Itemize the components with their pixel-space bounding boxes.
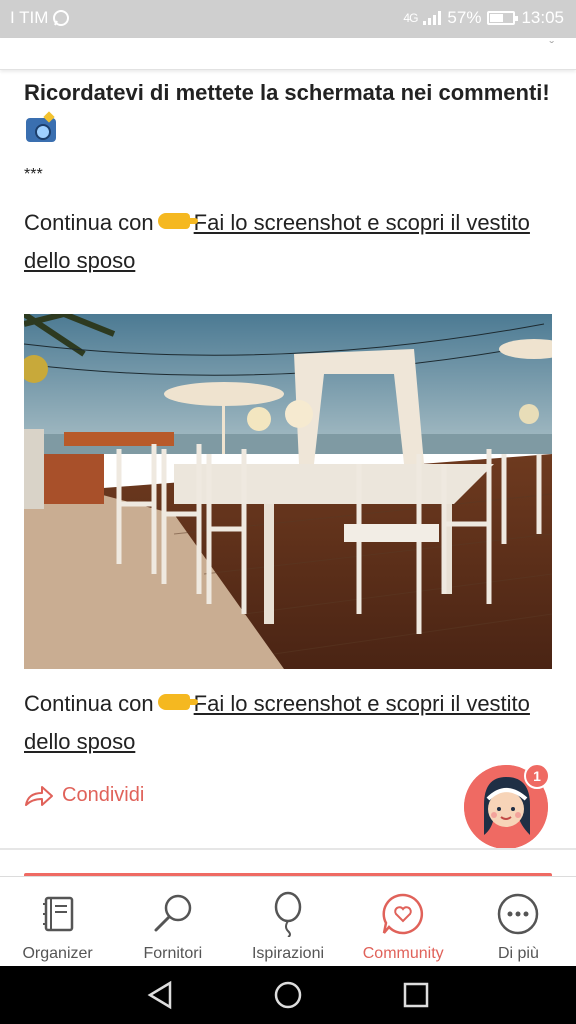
share-label: Condividi bbox=[62, 784, 145, 806]
nav-fornitori[interactable]: Fornitori bbox=[115, 877, 230, 966]
back-icon bbox=[147, 980, 172, 1010]
wedding-photo[interactable] bbox=[24, 314, 552, 669]
nav-label: Organizer bbox=[22, 945, 93, 962]
pointing-hand-icon bbox=[157, 213, 198, 229]
nav-label: Fornitori bbox=[143, 945, 203, 962]
post-paragraph: Ricordatevi di mettete la schermata nei … bbox=[24, 74, 552, 150]
recent-apps-icon bbox=[403, 982, 429, 1008]
nav-ispirazioni[interactable]: Ispirazioni bbox=[230, 877, 345, 966]
heart-chat-icon bbox=[382, 893, 424, 935]
status-bar: I TIM 4G 57% 13:05 bbox=[0, 0, 576, 38]
system-nav-icons bbox=[147, 980, 429, 1010]
continue-prefix-2: Continua con bbox=[24, 691, 154, 716]
continue-prefix: Continua con bbox=[24, 210, 154, 235]
chevron-up-icon: ˇ bbox=[549, 38, 554, 54]
notification-badge: 1 bbox=[524, 763, 550, 789]
signal-icon bbox=[423, 11, 442, 25]
search-icon bbox=[154, 894, 192, 932]
share-icon bbox=[25, 785, 53, 806]
organizer-icon bbox=[42, 896, 73, 932]
carrier-name: I TIM bbox=[10, 8, 49, 27]
post-body: Ricordatevi di mettete la schermata nei … bbox=[24, 70, 552, 280]
bottom-nav: Organizer Fornitori Ispirazioni Communit… bbox=[0, 876, 576, 966]
nav-label: Di più bbox=[497, 945, 539, 962]
nav-label: Ispirazioni bbox=[251, 945, 325, 962]
nav-community[interactable]: Community bbox=[346, 877, 461, 966]
whatsapp-icon bbox=[53, 10, 70, 26]
network-type: 4G bbox=[403, 11, 418, 25]
previous-card-edge: ˇ bbox=[0, 38, 576, 70]
status-left: I TIM bbox=[10, 8, 70, 28]
continue-paragraph-2: Continua con Fai lo screenshot e scopri i… bbox=[24, 685, 552, 761]
camera-emoji-icon bbox=[26, 118, 56, 142]
home-icon bbox=[274, 981, 302, 1009]
system-nav-bar bbox=[0, 966, 576, 1024]
clock: 13:05 bbox=[521, 8, 564, 27]
paragraph-text: Ricordatevi di mettete la schermata nei … bbox=[24, 80, 550, 105]
nav-label: Community bbox=[362, 945, 444, 962]
nav-organizer[interactable]: Organizer bbox=[0, 877, 115, 966]
battery-icon bbox=[487, 11, 519, 25]
balloon-icon bbox=[274, 891, 302, 937]
pointing-hand-icon bbox=[157, 694, 198, 710]
continue-paragraph-1: Continua con Fai lo screenshot e scopri i… bbox=[24, 204, 552, 280]
separator: *** bbox=[24, 166, 43, 183]
share-button[interactable]: Condividi bbox=[24, 784, 144, 807]
battery-percent: 57% bbox=[447, 8, 482, 27]
status-right: 4G 57% 13:05 bbox=[403, 8, 564, 28]
divider bbox=[0, 848, 576, 850]
nav-di-piu[interactable]: Di più bbox=[461, 877, 576, 966]
more-icon bbox=[498, 893, 539, 935]
wedding-terrace-image bbox=[24, 314, 552, 669]
